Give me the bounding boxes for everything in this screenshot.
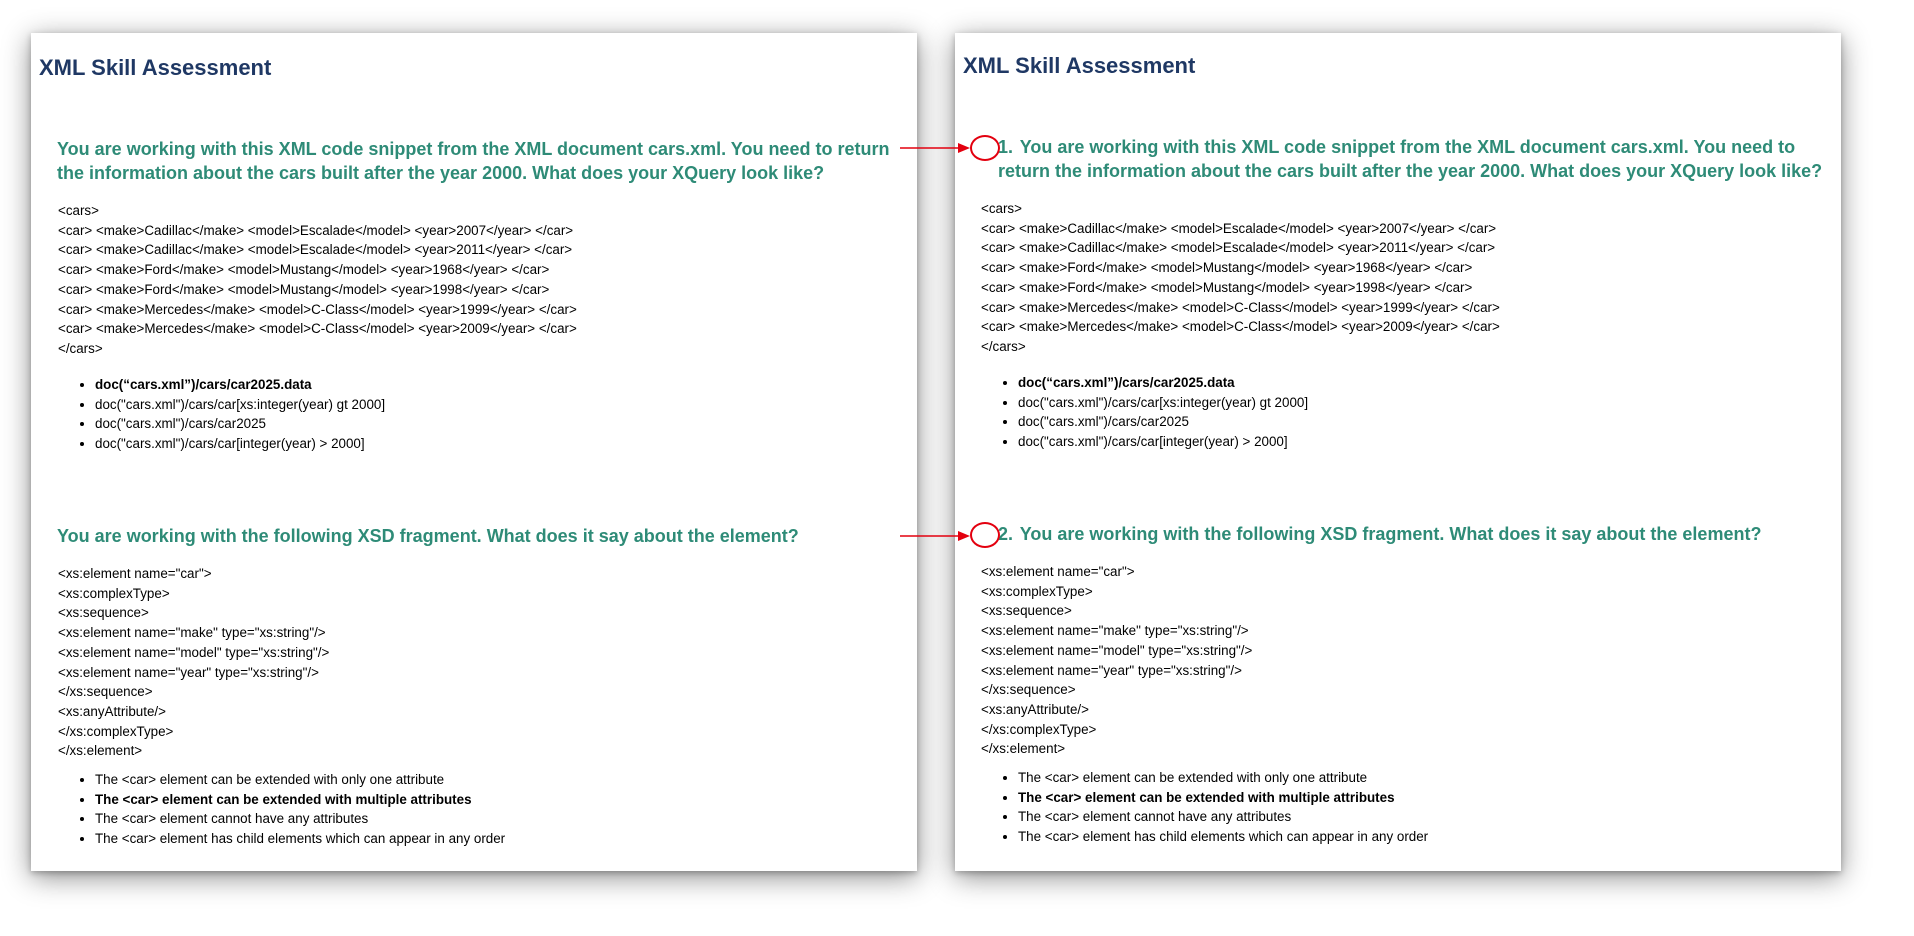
question-1-option-c[interactable]: doc("cars.xml")/cars/car2025	[95, 414, 385, 434]
question-2-option-a[interactable]: The <car> element can be extended with o…	[1018, 768, 1428, 788]
question-1-option-a[interactable]: doc(“cars.xml”)/cars/car2025.data	[1018, 373, 1308, 393]
question-2-text: You are working with the following XSD f…	[57, 526, 799, 546]
question-2-option-d[interactable]: The <car> element has child elements whi…	[1018, 827, 1428, 847]
question-1-option-d[interactable]: doc("cars.xml")/cars/car[integer(year) >…	[95, 434, 385, 454]
question-2-body: You are working with the following XSD f…	[1019, 524, 1762, 544]
question-1-options: doc(“cars.xml”)/cars/car2025.data doc("c…	[981, 373, 1308, 452]
question-2-option-b[interactable]: The <car> element can be extended with m…	[95, 790, 505, 810]
question-2-options: The <car> element can be extended with o…	[58, 770, 505, 849]
question-1-text: You are working with this XML code snipp…	[57, 139, 890, 183]
question-2-option-a[interactable]: The <car> element can be extended with o…	[95, 770, 505, 790]
question-1-options: doc(“cars.xml”)/cars/car2025.data doc("c…	[58, 375, 385, 454]
question-1-option-b[interactable]: doc("cars.xml")/cars/car[xs:integer(year…	[1018, 393, 1308, 413]
question-2-number: 2.	[998, 524, 1014, 544]
question-2-code: <xs:element name="car"> <xs:complexType>…	[981, 564, 1253, 757]
question-1-code: <cars> <car> <make>Cadillac</make> <mode…	[981, 201, 1500, 354]
annotation-arrow-1	[900, 143, 970, 153]
question-1-code: <cars> <car> <make>Cadillac</make> <mode…	[58, 203, 577, 356]
question-2-option-c[interactable]: The <car> element cannot have any attrib…	[95, 809, 505, 829]
question-2-options: The <car> element can be extended with o…	[981, 768, 1428, 847]
question-1-option-a[interactable]: doc(“cars.xml”)/cars/car2025.data	[95, 375, 385, 395]
annotation-arrow-2	[900, 531, 970, 541]
question-2-number-circle	[970, 522, 1000, 548]
original-page-panel: XML Skill Assessment You are working wit…	[31, 33, 917, 871]
question-1-number: 1.	[998, 137, 1014, 157]
page-title: XML Skill Assessment	[963, 53, 1196, 78]
page-title: XML Skill Assessment	[39, 55, 272, 80]
question-2-option-d[interactable]: The <car> element has child elements whi…	[95, 829, 505, 849]
question-1-number-circle	[970, 135, 1000, 161]
question-2-text: 2. You are working with the following XS…	[998, 522, 1838, 546]
question-1-option-d[interactable]: doc("cars.xml")/cars/car[integer(year) >…	[1018, 432, 1308, 452]
question-1-body: You are working with this XML code snipp…	[998, 137, 1823, 181]
question-2-code: <xs:element name="car"> <xs:complexType>…	[58, 566, 330, 759]
question-1-option-c[interactable]: doc("cars.xml")/cars/car2025	[1018, 412, 1308, 432]
question-2-option-b[interactable]: The <car> element can be extended with m…	[1018, 788, 1428, 808]
question-1-text: 1. You are working with this XML code sn…	[998, 135, 1838, 183]
numbered-page-panel: XML Skill Assessment 1. You are working …	[955, 33, 1841, 871]
question-1-option-b[interactable]: doc("cars.xml")/cars/car[xs:integer(year…	[95, 395, 385, 415]
question-2-option-c[interactable]: The <car> element cannot have any attrib…	[1018, 807, 1428, 827]
